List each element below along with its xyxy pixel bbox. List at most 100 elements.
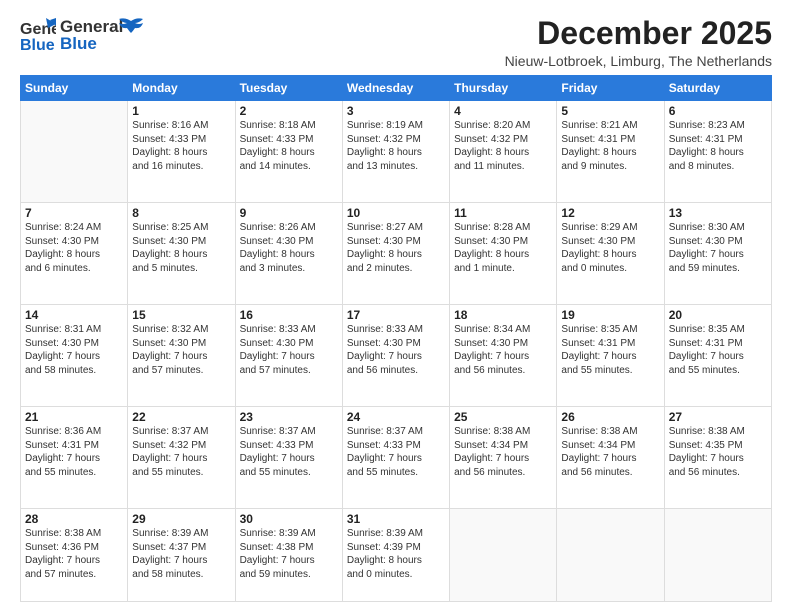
- day-info: Sunrise: 8:31 AM Sunset: 4:30 PM Dayligh…: [25, 323, 123, 377]
- day-info: Sunrise: 8:39 AM Sunset: 4:38 PM Dayligh…: [240, 527, 338, 581]
- day-number: 10: [347, 206, 445, 220]
- calendar-header-row: Sunday Monday Tuesday Wednesday Thursday…: [21, 76, 772, 101]
- day-info: Sunrise: 8:35 AM Sunset: 4:31 PM Dayligh…: [561, 323, 659, 377]
- calendar-week-row: 7Sunrise: 8:24 AM Sunset: 4:30 PM Daylig…: [21, 203, 772, 305]
- calendar-week-row: 21Sunrise: 8:36 AM Sunset: 4:31 PM Dayli…: [21, 407, 772, 509]
- table-row: 3Sunrise: 8:19 AM Sunset: 4:32 PM Daylig…: [342, 101, 449, 203]
- table-row: 8Sunrise: 8:25 AM Sunset: 4:30 PM Daylig…: [128, 203, 235, 305]
- day-number: 5: [561, 104, 659, 118]
- day-number: 25: [454, 410, 552, 424]
- day-info: Sunrise: 8:29 AM Sunset: 4:30 PM Dayligh…: [561, 221, 659, 275]
- day-number: 23: [240, 410, 338, 424]
- day-number: 19: [561, 308, 659, 322]
- table-row: 29Sunrise: 8:39 AM Sunset: 4:37 PM Dayli…: [128, 509, 235, 602]
- table-row: [664, 509, 771, 602]
- table-row: 28Sunrise: 8:38 AM Sunset: 4:36 PM Dayli…: [21, 509, 128, 602]
- table-row: 19Sunrise: 8:35 AM Sunset: 4:31 PM Dayli…: [557, 305, 664, 407]
- day-number: 3: [347, 104, 445, 118]
- table-row: 27Sunrise: 8:38 AM Sunset: 4:35 PM Dayli…: [664, 407, 771, 509]
- day-info: Sunrise: 8:30 AM Sunset: 4:30 PM Dayligh…: [669, 221, 767, 275]
- page: General Blue General Blue December 2025 …: [0, 0, 792, 612]
- day-info: Sunrise: 8:20 AM Sunset: 4:32 PM Dayligh…: [454, 119, 552, 173]
- day-info: Sunrise: 8:33 AM Sunset: 4:30 PM Dayligh…: [347, 323, 445, 377]
- calendar-week-row: 1Sunrise: 8:16 AM Sunset: 4:33 PM Daylig…: [21, 101, 772, 203]
- day-number: 26: [561, 410, 659, 424]
- table-row: 20Sunrise: 8:35 AM Sunset: 4:31 PM Dayli…: [664, 305, 771, 407]
- day-info: Sunrise: 8:26 AM Sunset: 4:30 PM Dayligh…: [240, 221, 338, 275]
- day-number: 30: [240, 512, 338, 526]
- calendar-week-row: 14Sunrise: 8:31 AM Sunset: 4:30 PM Dayli…: [21, 305, 772, 407]
- day-number: 22: [132, 410, 230, 424]
- day-number: 16: [240, 308, 338, 322]
- table-row: 5Sunrise: 8:21 AM Sunset: 4:31 PM Daylig…: [557, 101, 664, 203]
- table-row: 11Sunrise: 8:28 AM Sunset: 4:30 PM Dayli…: [450, 203, 557, 305]
- table-row: [450, 509, 557, 602]
- day-info: Sunrise: 8:37 AM Sunset: 4:33 PM Dayligh…: [240, 425, 338, 479]
- location: Nieuw-Lotbroek, Limburg, The Netherlands: [505, 53, 772, 69]
- calendar-table: Sunday Monday Tuesday Wednesday Thursday…: [20, 75, 772, 602]
- table-row: 30Sunrise: 8:39 AM Sunset: 4:38 PM Dayli…: [235, 509, 342, 602]
- day-number: 18: [454, 308, 552, 322]
- day-number: 24: [347, 410, 445, 424]
- table-row: 2Sunrise: 8:18 AM Sunset: 4:33 PM Daylig…: [235, 101, 342, 203]
- table-row: 18Sunrise: 8:34 AM Sunset: 4:30 PM Dayli…: [450, 305, 557, 407]
- table-row: 10Sunrise: 8:27 AM Sunset: 4:30 PM Dayli…: [342, 203, 449, 305]
- day-info: Sunrise: 8:35 AM Sunset: 4:31 PM Dayligh…: [669, 323, 767, 377]
- logo-general-text: General: [60, 18, 123, 35]
- day-number: 31: [347, 512, 445, 526]
- month-title: December 2025: [505, 16, 772, 51]
- day-number: 9: [240, 206, 338, 220]
- title-section: December 2025 Nieuw-Lotbroek, Limburg, T…: [505, 16, 772, 69]
- day-number: 20: [669, 308, 767, 322]
- day-info: Sunrise: 8:39 AM Sunset: 4:37 PM Dayligh…: [132, 527, 230, 581]
- table-row: 22Sunrise: 8:37 AM Sunset: 4:32 PM Dayli…: [128, 407, 235, 509]
- col-thursday: Thursday: [450, 76, 557, 101]
- day-info: Sunrise: 8:25 AM Sunset: 4:30 PM Dayligh…: [132, 221, 230, 275]
- day-info: Sunrise: 8:34 AM Sunset: 4:30 PM Dayligh…: [454, 323, 552, 377]
- day-info: Sunrise: 8:21 AM Sunset: 4:31 PM Dayligh…: [561, 119, 659, 173]
- table-row: 12Sunrise: 8:29 AM Sunset: 4:30 PM Dayli…: [557, 203, 664, 305]
- day-number: 12: [561, 206, 659, 220]
- day-info: Sunrise: 8:28 AM Sunset: 4:30 PM Dayligh…: [454, 221, 552, 275]
- day-info: Sunrise: 8:24 AM Sunset: 4:30 PM Dayligh…: [25, 221, 123, 275]
- day-info: Sunrise: 8:36 AM Sunset: 4:31 PM Dayligh…: [25, 425, 123, 479]
- table-row: 21Sunrise: 8:36 AM Sunset: 4:31 PM Dayli…: [21, 407, 128, 509]
- logo: General Blue General Blue: [20, 16, 145, 52]
- day-info: Sunrise: 8:23 AM Sunset: 4:31 PM Dayligh…: [669, 119, 767, 173]
- day-number: 17: [347, 308, 445, 322]
- day-info: Sunrise: 8:39 AM Sunset: 4:39 PM Dayligh…: [347, 527, 445, 581]
- logo-blue-text: Blue: [60, 35, 123, 52]
- day-info: Sunrise: 8:38 AM Sunset: 4:36 PM Dayligh…: [25, 527, 123, 581]
- table-row: 14Sunrise: 8:31 AM Sunset: 4:30 PM Dayli…: [21, 305, 128, 407]
- day-number: 1: [132, 104, 230, 118]
- table-row: 31Sunrise: 8:39 AM Sunset: 4:39 PM Dayli…: [342, 509, 449, 602]
- col-saturday: Saturday: [664, 76, 771, 101]
- table-row: 9Sunrise: 8:26 AM Sunset: 4:30 PM Daylig…: [235, 203, 342, 305]
- day-number: 7: [25, 206, 123, 220]
- day-number: 6: [669, 104, 767, 118]
- day-number: 11: [454, 206, 552, 220]
- table-row: [557, 509, 664, 602]
- day-info: Sunrise: 8:27 AM Sunset: 4:30 PM Dayligh…: [347, 221, 445, 275]
- day-number: 15: [132, 308, 230, 322]
- table-row: 7Sunrise: 8:24 AM Sunset: 4:30 PM Daylig…: [21, 203, 128, 305]
- day-number: 29: [132, 512, 230, 526]
- table-row: 24Sunrise: 8:37 AM Sunset: 4:33 PM Dayli…: [342, 407, 449, 509]
- day-number: 28: [25, 512, 123, 526]
- day-info: Sunrise: 8:32 AM Sunset: 4:30 PM Dayligh…: [132, 323, 230, 377]
- day-info: Sunrise: 8:37 AM Sunset: 4:32 PM Dayligh…: [132, 425, 230, 479]
- day-info: Sunrise: 8:19 AM Sunset: 4:32 PM Dayligh…: [347, 119, 445, 173]
- day-info: Sunrise: 8:18 AM Sunset: 4:33 PM Dayligh…: [240, 119, 338, 173]
- table-row: 4Sunrise: 8:20 AM Sunset: 4:32 PM Daylig…: [450, 101, 557, 203]
- table-row: 13Sunrise: 8:30 AM Sunset: 4:30 PM Dayli…: [664, 203, 771, 305]
- logo-bird-icon: [117, 15, 145, 47]
- day-info: Sunrise: 8:33 AM Sunset: 4:30 PM Dayligh…: [240, 323, 338, 377]
- day-number: 21: [25, 410, 123, 424]
- table-row: 23Sunrise: 8:37 AM Sunset: 4:33 PM Dayli…: [235, 407, 342, 509]
- svg-text:Blue: Blue: [20, 37, 55, 52]
- day-number: 4: [454, 104, 552, 118]
- day-info: Sunrise: 8:38 AM Sunset: 4:34 PM Dayligh…: [454, 425, 552, 479]
- day-number: 13: [669, 206, 767, 220]
- col-tuesday: Tuesday: [235, 76, 342, 101]
- table-row: 6Sunrise: 8:23 AM Sunset: 4:31 PM Daylig…: [664, 101, 771, 203]
